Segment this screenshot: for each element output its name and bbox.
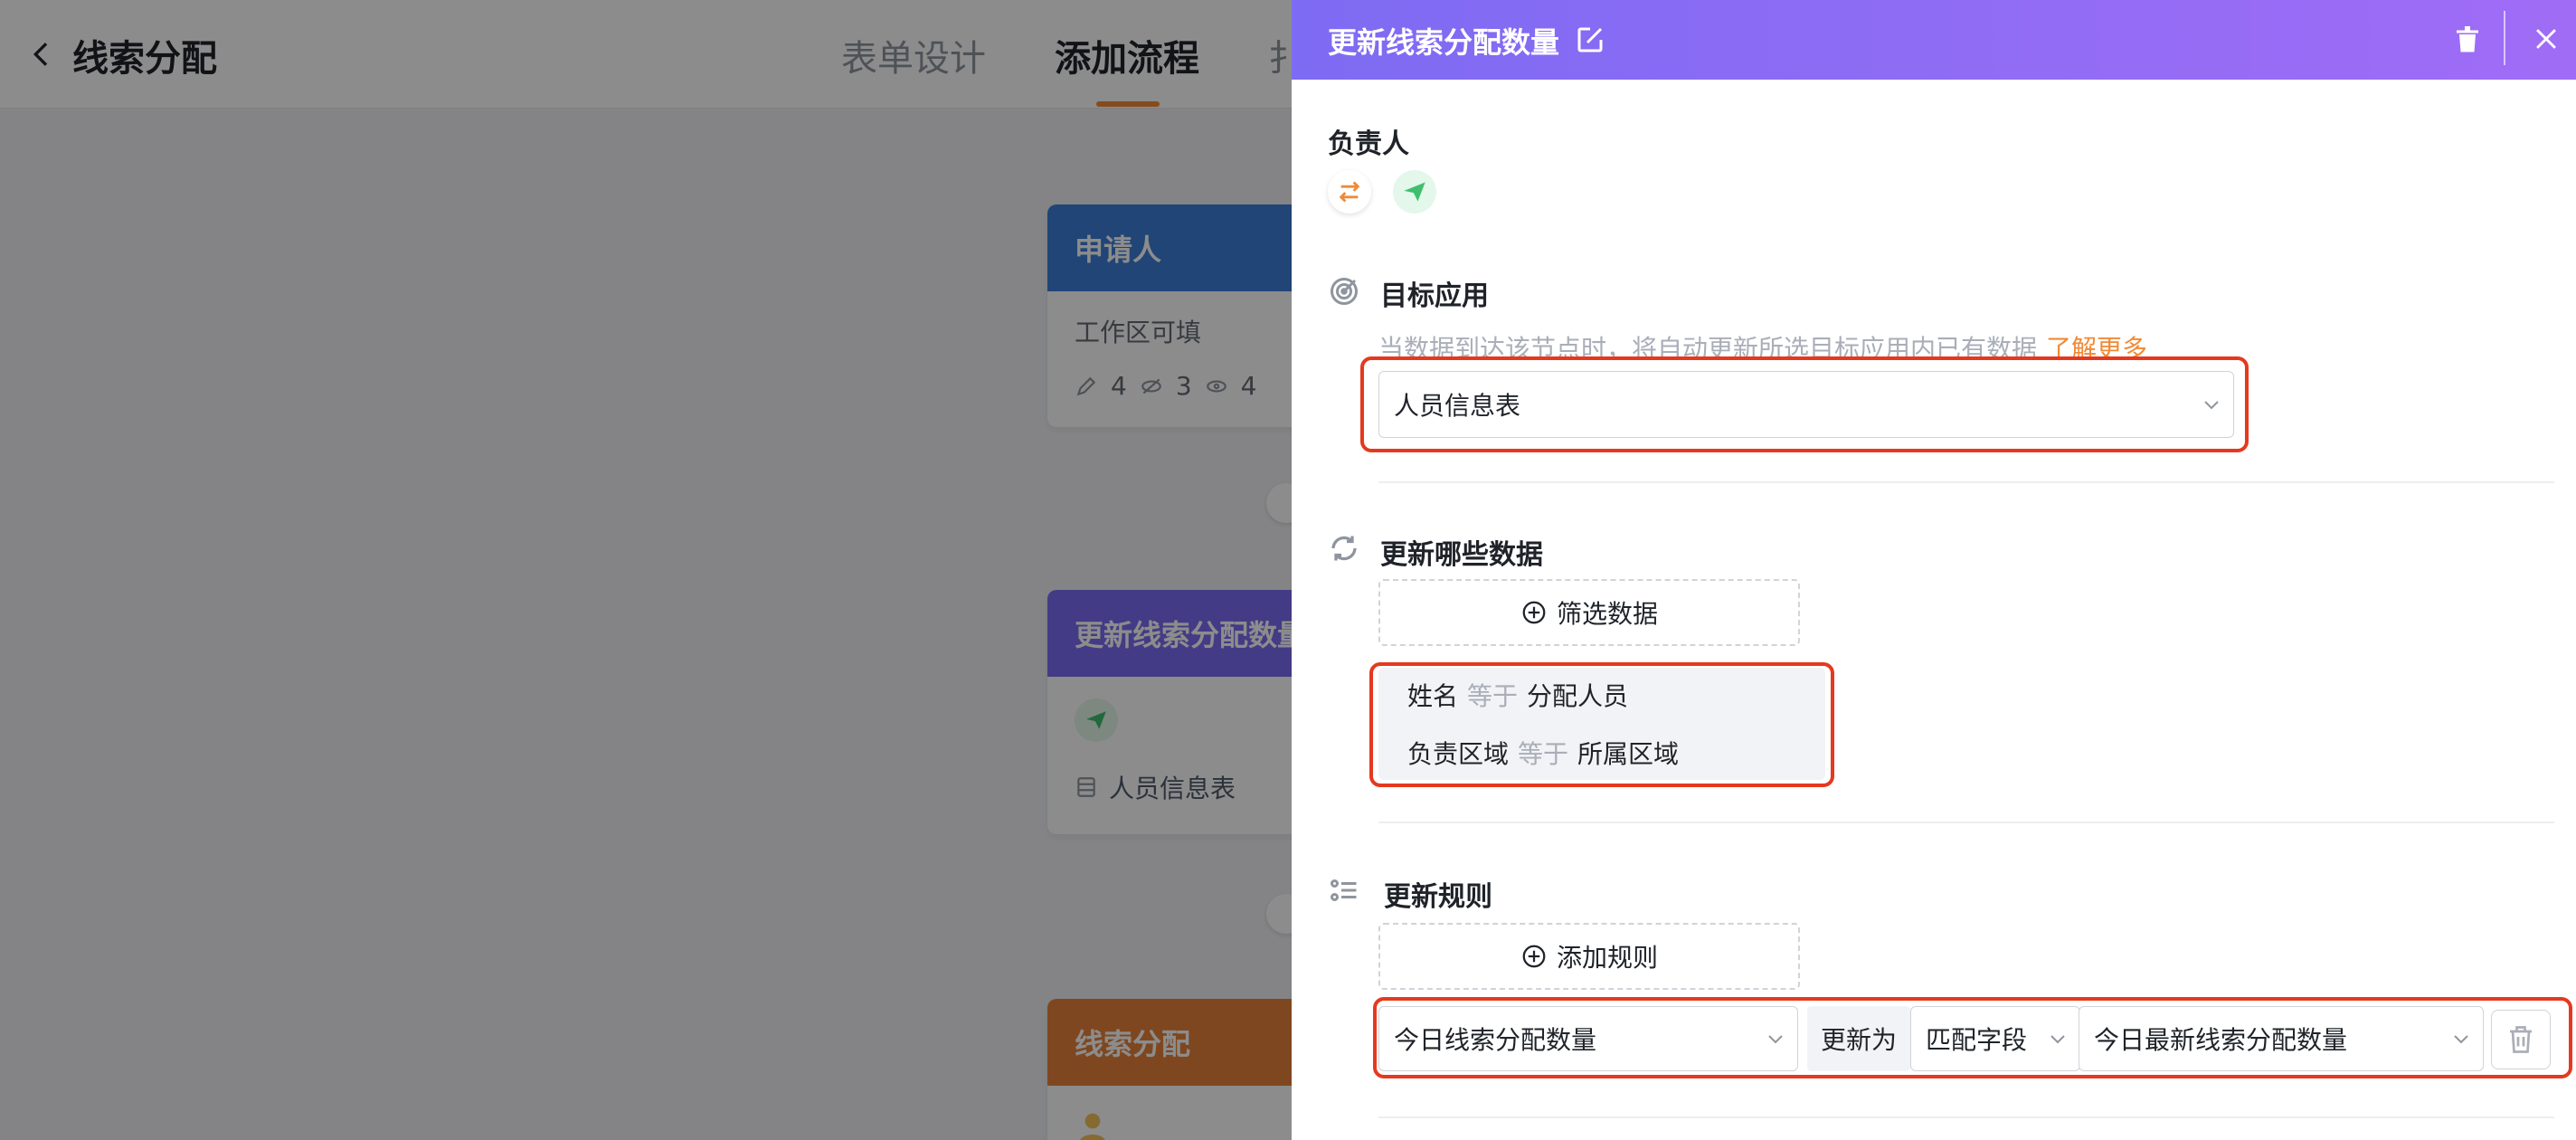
owner-label: 负责人 xyxy=(1328,128,1409,160)
swap-arrows-icon xyxy=(1339,181,1360,203)
rule-target-field-select[interactable]: 今日线索分配数量 xyxy=(1378,1006,1798,1071)
delete-rule-button[interactable] xyxy=(2491,1010,2551,1069)
rule-source-field: 今日最新线索分配数量 xyxy=(2094,1025,2348,1055)
plus-circle-icon xyxy=(1522,601,1546,624)
list-rules-icon xyxy=(1331,879,1357,901)
delete-node-icon[interactable] xyxy=(2451,24,2484,56)
update-data-title: 更新哪些数据 xyxy=(1380,539,1543,571)
rule-source-field-select[interactable]: 今日最新线索分配数量 xyxy=(2079,1006,2484,1071)
condition-field: 负责区域 xyxy=(1407,739,1510,769)
paper-plane-icon xyxy=(1404,182,1425,202)
filter-data-label: 筛选数据 xyxy=(1556,599,1658,629)
header-divider xyxy=(2504,11,2505,65)
chevron-down-icon xyxy=(2454,1035,2468,1044)
target-app-title: 目标应用 xyxy=(1380,280,1489,312)
filter-condition-row[interactable]: 负责区域 等于 所属区域 xyxy=(1407,735,1679,771)
refresh-icon xyxy=(1331,536,1357,561)
condition-operator: 等于 xyxy=(1467,681,1519,711)
update-rules-title: 更新规则 xyxy=(1384,881,1492,913)
chevron-down-icon xyxy=(2050,1035,2065,1044)
condition-value: 分配人员 xyxy=(1527,681,1629,711)
owner-switch-button[interactable] xyxy=(1328,170,1371,214)
condition-value: 所属区域 xyxy=(1577,739,1680,769)
rule-mode-select[interactable]: 匹配字段 xyxy=(1910,1006,2080,1071)
filter-data-button[interactable]: 筛选数据 xyxy=(1378,579,1800,646)
drawer-title: 更新线索分配数量 xyxy=(1328,25,1560,60)
target-icon xyxy=(1331,278,1358,305)
add-rule-label: 添加规则 xyxy=(1556,943,1658,973)
owner-send-button[interactable] xyxy=(1393,170,1436,214)
plus-circle-icon xyxy=(1522,945,1546,968)
rule-mode: 匹配字段 xyxy=(1926,1025,2028,1055)
edit-title-icon[interactable] xyxy=(1574,24,1606,56)
add-rule-button[interactable]: 添加规则 xyxy=(1378,923,1800,990)
drawer-header: 更新线索分配数量 xyxy=(1292,0,2576,80)
filter-condition-row[interactable]: 姓名 等于 分配人员 xyxy=(1407,677,1628,713)
target-app-selected: 人员信息表 xyxy=(1394,391,1521,421)
section-divider xyxy=(1378,481,2554,483)
condition-field: 姓名 xyxy=(1407,681,1459,711)
chevron-down-icon xyxy=(2204,401,2219,410)
rule-target-field: 今日线索分配数量 xyxy=(1394,1025,1597,1055)
section-divider xyxy=(1378,822,2554,823)
trash-icon xyxy=(2510,1026,2532,1053)
condition-operator: 等于 xyxy=(1518,739,1569,769)
node-config-drawer: 更新线索分配数量 负责人 目标应用 当数据到达该节点时，将自动更新所选目标应用内… xyxy=(1292,0,2576,1140)
modal-overlay[interactable] xyxy=(0,0,1292,1140)
update-to-label: 更新为 xyxy=(1807,1006,1910,1071)
section-divider xyxy=(1378,1116,2554,1118)
chevron-down-icon xyxy=(1768,1035,1783,1044)
target-app-select[interactable]: 人员信息表 xyxy=(1378,371,2234,438)
close-icon[interactable] xyxy=(2531,24,2562,54)
